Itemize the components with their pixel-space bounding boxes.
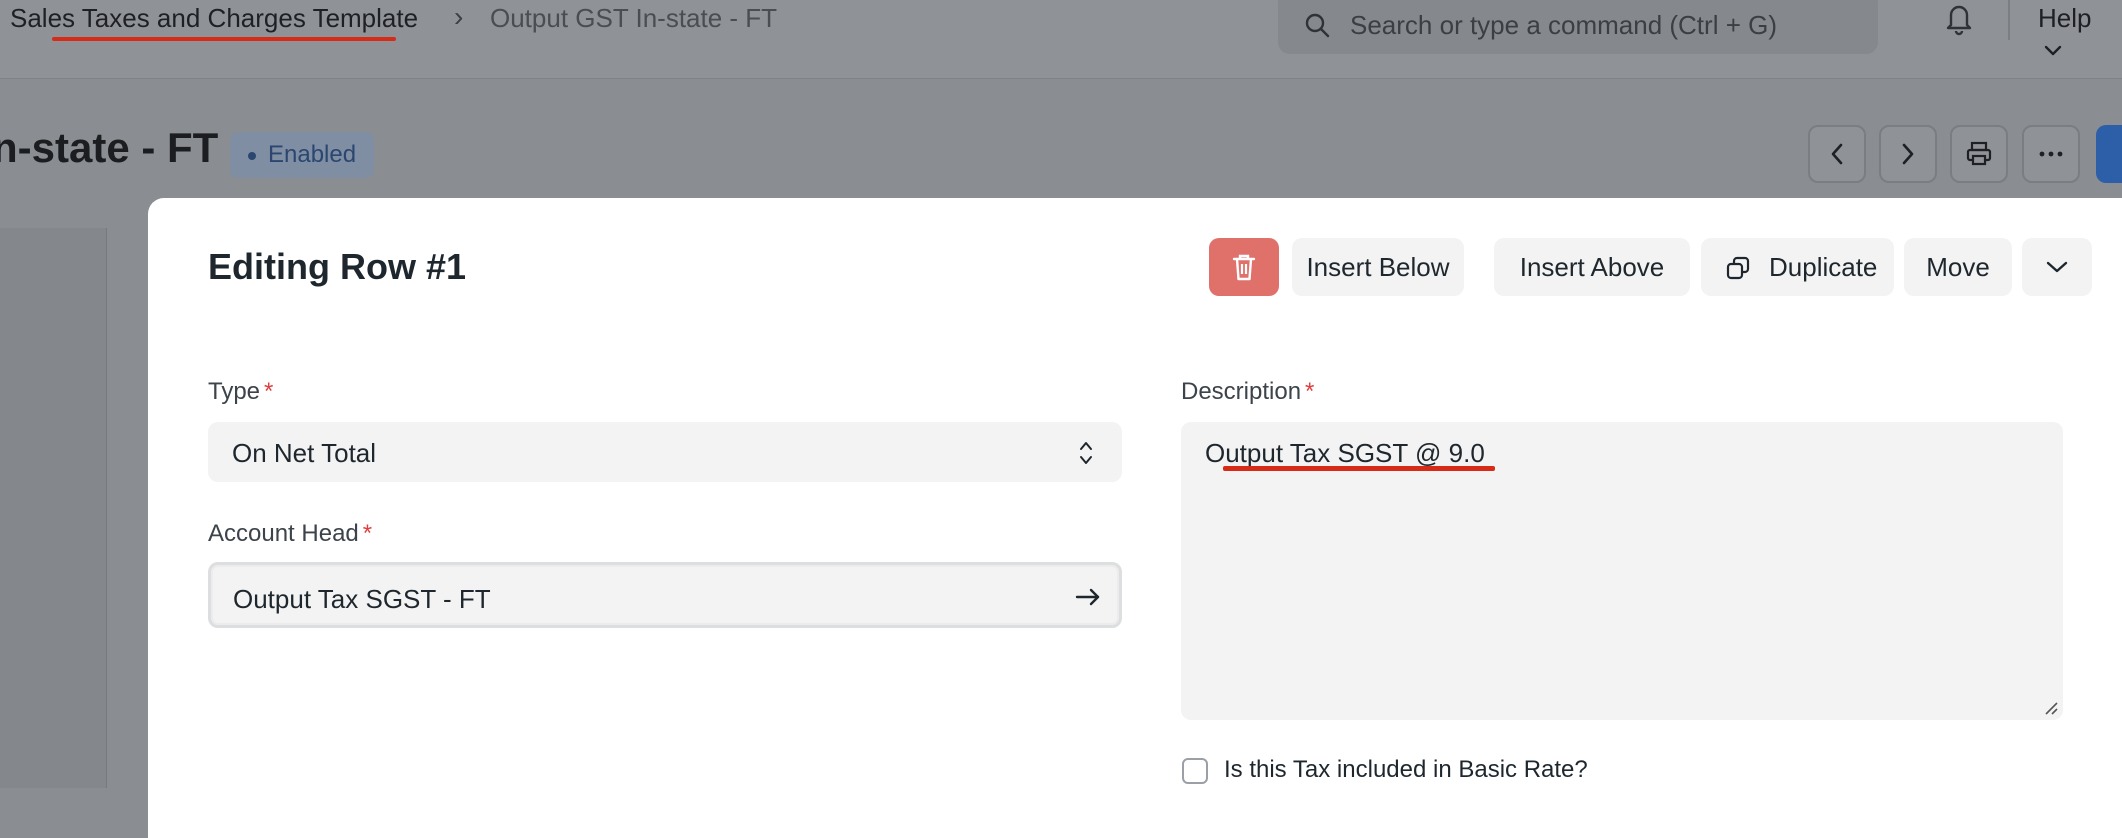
breadcrumb-separator: › (454, 1, 464, 32)
account-head-label-text: Account Head (208, 520, 359, 547)
delete-row-button[interactable] (1209, 238, 1279, 296)
more-icon (2039, 151, 2063, 157)
page-title: n-state - FT (0, 124, 219, 171)
chevron-down-icon (2046, 261, 2068, 273)
account-head-label: Account Head * (208, 520, 372, 548)
help-menu[interactable]: Help (2038, 3, 2122, 65)
collapse-dialog-button[interactable] (2022, 238, 2092, 296)
chevron-right-icon (1902, 143, 1914, 165)
search-bar[interactable]: Search or type a command (Ctrl + G) (1278, 0, 1878, 54)
chevron-left-icon (1831, 143, 1843, 165)
status-label: Enabled (268, 141, 357, 168)
status-dot (248, 151, 256, 160)
dialog-title: Editing Row #1 (208, 246, 467, 287)
breadcrumb-parent-label: Sales Taxes and Charges Template (10, 3, 419, 33)
previous-doc-button[interactable] (1808, 125, 1866, 183)
trash-icon (1232, 254, 1256, 281)
duplicate-icon (1726, 256, 1750, 280)
bell-icon[interactable] (1942, 0, 1976, 36)
next-doc-button[interactable] (1879, 125, 1937, 183)
type-select[interactable]: On Net Total (208, 422, 1122, 482)
search-placeholder: Search or type a command (Ctrl + G) (1350, 10, 1777, 40)
breadcrumb-current[interactable]: Output GST In-state - FT (490, 3, 777, 34)
duplicate-button[interactable]: Duplicate (1701, 238, 1894, 296)
annotation-underline (1223, 466, 1495, 471)
account-head-value: Output Tax SGST - FT (233, 584, 491, 614)
description-label-text: Description (1181, 378, 1302, 405)
arrow-right-icon[interactable] (1075, 587, 1101, 607)
chevron-down-icon (2044, 45, 2062, 56)
type-value: On Net Total (232, 438, 377, 468)
select-arrows-icon (1080, 442, 1092, 464)
annotation-underline (52, 37, 397, 41)
required-marker: * (362, 520, 373, 547)
save-button[interactable] (2096, 125, 2122, 183)
description-textarea[interactable]: Output Tax SGST @ 9.0 (1181, 422, 2063, 720)
printer-icon (1966, 141, 1992, 166)
edit-row-dialog: Editing Row #1 Insert Below Insert Above… (148, 198, 2122, 838)
navbar-divider (2008, 0, 2010, 40)
required-marker: * (1305, 378, 1315, 405)
breadcrumb-parent[interactable]: Sales Taxes and Charges Template (10, 3, 419, 41)
type-label: Type * (208, 378, 273, 406)
move-button[interactable]: Move (1904, 238, 2012, 296)
duplicate-label: Duplicate (1769, 252, 1878, 282)
search-icon (1305, 13, 1330, 38)
account-head-input[interactable]: Output Tax SGST - FT (208, 562, 1122, 628)
insert-above-button[interactable]: Insert Above (1494, 238, 1690, 296)
required-marker: * (264, 378, 274, 405)
status-badge: Enabled (230, 132, 375, 178)
insert-below-button[interactable]: Insert Below (1292, 238, 1464, 296)
description-value: Output Tax SGST @ 9.0 (1205, 438, 1485, 468)
included-in-basic-rate-checkbox[interactable] (1182, 758, 1208, 784)
description-label: Description * (1181, 378, 1314, 406)
print-button[interactable] (1950, 125, 2008, 183)
sidebar-panel (0, 228, 106, 788)
more-actions-button[interactable] (2022, 125, 2080, 183)
type-label-text: Type (208, 378, 261, 405)
top-navbar: Sales Taxes and Charges Template › Outpu… (0, 0, 2122, 79)
help-label: Help (2038, 3, 2092, 33)
sidebar-divider (106, 228, 107, 788)
resize-handle-icon[interactable] (2043, 700, 2059, 716)
